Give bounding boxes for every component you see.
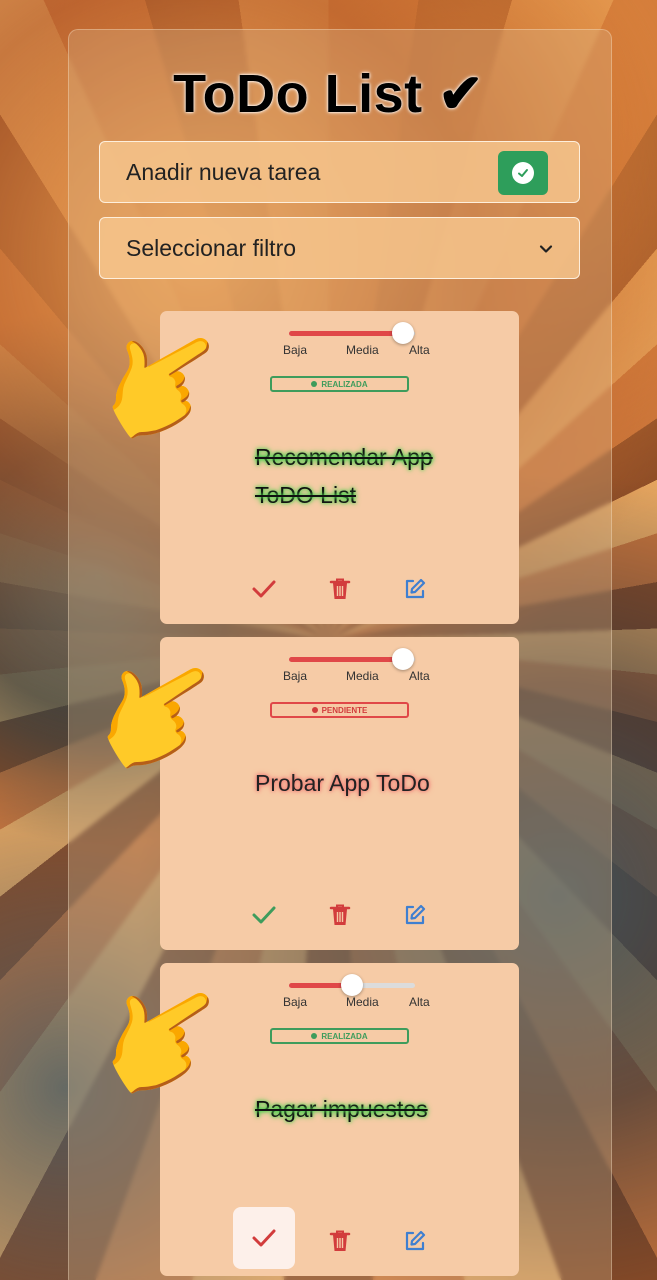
priority-slider-thumb[interactable] xyxy=(392,322,414,344)
priority-slider-thumb[interactable] xyxy=(341,974,363,996)
priority-label-low: Baja xyxy=(283,343,308,357)
priority-label-high: Alta xyxy=(409,343,430,357)
toggle-done-button[interactable] xyxy=(233,1207,295,1269)
task-text: Probar App ToDo xyxy=(255,770,430,796)
add-task-input[interactable]: Anadir nueva tarea xyxy=(126,159,320,186)
status-badge: REALIZADA xyxy=(270,1028,409,1044)
priority-label-high: Alta xyxy=(409,995,430,1009)
edit-icon xyxy=(405,904,426,925)
check-icon xyxy=(252,580,276,598)
chevron-down-icon xyxy=(537,240,555,263)
priority-label-medium: Media xyxy=(346,995,379,1009)
task-text: Pagar impuestos xyxy=(255,1096,428,1122)
status-label: REALIZADA xyxy=(321,379,368,389)
check-icon xyxy=(252,1229,276,1247)
check-icon xyxy=(252,906,276,924)
priority-label-medium: Media xyxy=(346,343,379,357)
edit-button[interactable] xyxy=(395,1221,435,1261)
task-actions xyxy=(160,895,519,935)
priority-label-high: Alta xyxy=(409,669,430,683)
check-circle-icon xyxy=(512,162,534,184)
edit-icon xyxy=(405,578,426,599)
priority-label-low: Baja xyxy=(283,669,308,683)
edit-button[interactable] xyxy=(395,569,435,609)
priority-slider-thumb[interactable] xyxy=(392,648,414,670)
priority-slider-fill xyxy=(289,657,403,662)
task-actions xyxy=(160,569,519,609)
add-task-field[interactable]: Anadir nueva tarea xyxy=(99,141,580,203)
priority-label-medium: Media xyxy=(346,669,379,683)
priority-label-low: Baja xyxy=(283,995,308,1009)
filter-select[interactable]: Seleccionar filtro xyxy=(99,217,580,279)
edit-icon xyxy=(405,1230,426,1251)
delete-button[interactable] xyxy=(320,1221,360,1261)
priority-slider[interactable] xyxy=(289,322,415,344)
edit-button[interactable] xyxy=(395,895,435,935)
status-dot xyxy=(311,707,318,713)
page-title: ToDo List ✔ xyxy=(173,64,484,124)
filter-selected-value: Seleccionar filtro xyxy=(126,235,297,261)
toggle-done-button[interactable] xyxy=(244,895,284,935)
delete-button[interactable] xyxy=(320,569,360,609)
priority-slider-fill xyxy=(289,331,403,336)
status-badge: PENDIENTE xyxy=(270,702,409,718)
status-badge: REALIZADA xyxy=(270,376,409,392)
status-dot xyxy=(311,381,318,387)
trash-icon xyxy=(329,904,351,925)
status-label: PENDIENTE xyxy=(321,705,368,715)
toggle-done-button[interactable] xyxy=(244,569,284,609)
trash-icon xyxy=(329,578,351,599)
trash-icon xyxy=(329,1230,351,1251)
add-task-button[interactable] xyxy=(498,151,548,195)
priority-slider[interactable] xyxy=(289,648,415,670)
task-text: Recomendar App ToDO List xyxy=(255,444,433,508)
delete-button[interactable] xyxy=(320,895,360,935)
priority-slider[interactable] xyxy=(289,974,415,996)
status-label: REALIZADA xyxy=(321,1031,368,1041)
status-dot xyxy=(311,1033,318,1039)
task-actions xyxy=(160,1207,519,1269)
